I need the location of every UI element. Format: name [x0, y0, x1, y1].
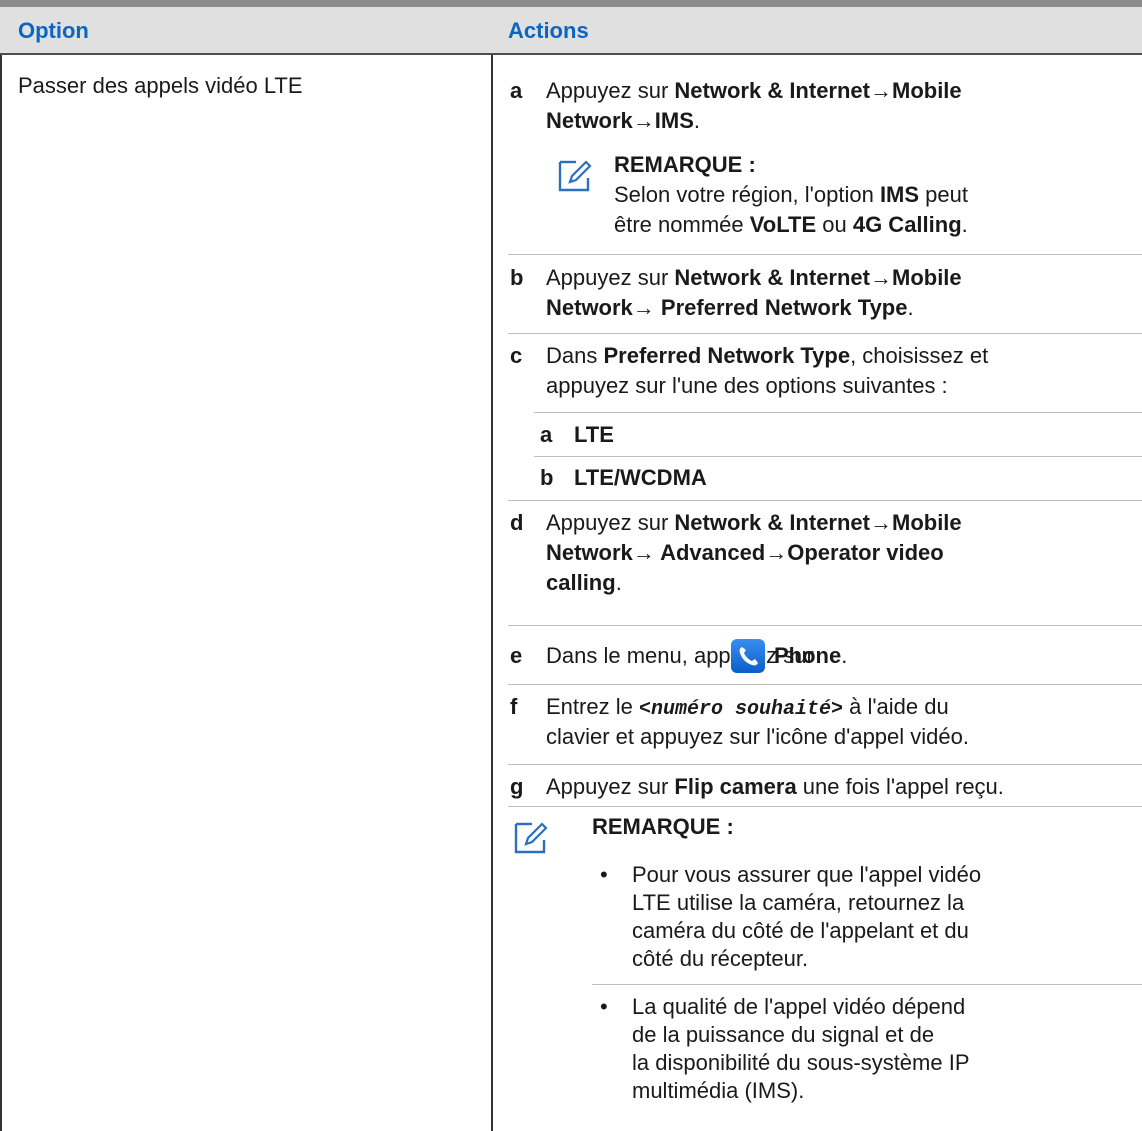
substep-lte-wcdma: LTE/WCDMA [574, 465, 707, 490]
step-divider [508, 500, 1142, 501]
step-f-line1: Entrez le <numéro souhaité> à l'aide du [546, 694, 949, 721]
step-letter-c: c [510, 343, 523, 368]
option-cell: Passer des appels vidéo LTE [18, 73, 303, 98]
step-d-line1: Appuyez sur Network & Internet→Mobile [546, 510, 962, 535]
note-pencil-icon [514, 822, 548, 854]
note1-line1: Selon votre région, l'option IMS peut [614, 182, 968, 207]
step-a-line2: Network→IMS. [546, 108, 701, 133]
note1-title: REMARQUE : [614, 152, 756, 177]
step-divider [508, 333, 1142, 334]
table-top-border [0, 0, 1142, 7]
step-divider [508, 806, 1142, 807]
substep-divider [534, 412, 1142, 413]
step-e-phone-label: Phone. [774, 643, 848, 668]
step-divider [508, 254, 1142, 255]
column-divider [491, 55, 493, 1131]
note1-line2: être nommée VoLTE ou 4G Calling. [614, 212, 968, 237]
note2-bullet2-line2: de la puissance du signal et de [632, 1022, 935, 1047]
step-divider [508, 764, 1142, 765]
note2-title: REMARQUE : [592, 814, 734, 839]
step-letter-a: a [510, 78, 523, 103]
substep-lte: LTE [574, 422, 614, 447]
note2-bullet1-line2: LTE utilise la caméra, retournez la [632, 890, 965, 915]
substep-letter-a: a [540, 422, 553, 447]
note2-bullet2-line4: multimédia (IMS). [632, 1078, 805, 1103]
step-letter-f: f [510, 694, 518, 719]
column-header-actions: Actions [508, 18, 589, 43]
phone-app-icon [731, 639, 765, 673]
column-header-option: Option [18, 18, 89, 43]
note2-bullet2-line1: La qualité de l'appel vidéo dépend [632, 994, 966, 1019]
substep-divider [534, 456, 1142, 457]
step-c-line2: appuyez sur l'une des options suivantes … [546, 373, 948, 398]
step-d-line3: calling. [546, 570, 622, 595]
step-c-line1: Dans Preferred Network Type, choisissez … [546, 343, 989, 368]
step-b-line1: Appuyez sur Network & Internet→Mobile [546, 265, 962, 290]
step-d-line2: Network→ Advanced→Operator video [546, 540, 944, 565]
note2-bullet1-line1: Pour vous assurer que l'appel vidéo [632, 862, 982, 887]
note2-bullet1-line4: côté du récepteur. [632, 946, 809, 971]
step-f-line2: clavier et appuyez sur l'icône d'appel v… [546, 724, 969, 749]
step-letter-g: g [510, 774, 524, 799]
step-letter-b: b [510, 265, 524, 290]
step-divider [508, 684, 1142, 685]
bullet-dot: • [600, 862, 608, 887]
note-pencil-icon [558, 160, 592, 192]
substep-letter-b: b [540, 465, 554, 490]
step-letter-d: d [510, 510, 524, 535]
note2-bullet2-line3: la disponibilité du sous-système IP [632, 1050, 970, 1075]
bullet-divider [592, 984, 1142, 985]
step-letter-e: e [510, 643, 523, 668]
step-b-line2: Network→ Preferred Network Type. [546, 295, 914, 320]
bullet-dot: • [600, 994, 608, 1019]
step-divider [508, 625, 1142, 626]
table-left-border [0, 55, 2, 1131]
step-a-line1: Appuyez sur Network & Internet→Mobile [546, 78, 962, 103]
step-g-text: Appuyez sur Flip camera une fois l'appel… [546, 774, 1004, 799]
note2-bullet1-line3: caméra du côté de l'appelant et du [632, 918, 969, 943]
